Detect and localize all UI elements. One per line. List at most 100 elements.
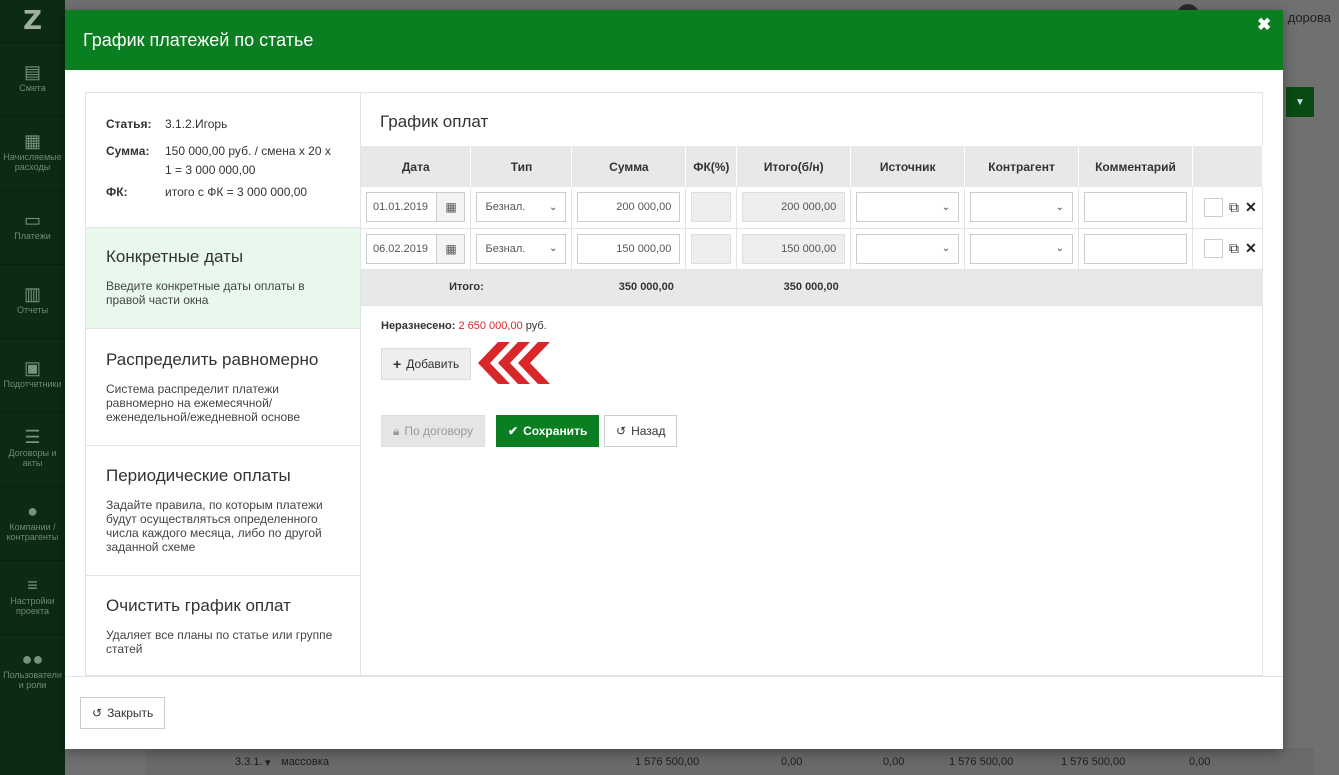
option-description: Задайте правила, по которым платежи буду…: [106, 498, 323, 554]
schedule-panel: График оплат Дата Тип Сумма ФК(%) Итого(…: [361, 93, 1264, 677]
article-label: Статья:: [106, 117, 152, 131]
column-header: Комментарий: [1078, 146, 1193, 187]
column-header: Дата: [361, 146, 472, 187]
option-specific-dates[interactable]: Конкретные даты Введите конкретные даты …: [86, 228, 360, 329]
chevron-down-icon: ⌄: [941, 201, 951, 213]
modal-header: График платежей по статье: [65, 10, 1283, 70]
user-icon: ●: [27, 500, 38, 521]
payment-schedule-modal: График платежей по статье Статья: 3.1.2.И…: [65, 10, 1283, 749]
sidebar-item-accountables[interactable]: ▣ Подотчетники: [0, 338, 65, 412]
total-sum: 350 000,00: [571, 269, 686, 306]
briefcase-icon: ▣: [23, 357, 41, 378]
sidebar-item-contracts[interactable]: ☰ Договоры и акты: [0, 412, 65, 486]
users-icon: ●●: [21, 648, 44, 669]
option-description: Система распределит платежи равномерно н…: [106, 382, 301, 424]
table-row: 01.01.2019 ▦ Безнал. ⌄ 200 000,00 200 000,…: [361, 187, 1263, 229]
modal-body: Статья: 3.1.2.Игорь Сумма: 150 000,00 руб.…: [85, 92, 1264, 677]
column-header: Сумма: [571, 146, 687, 187]
undo-icon: ↺: [616, 424, 627, 438]
sidebar-item-estimate[interactable]: ▤ Смета: [0, 42, 65, 116]
unassigned-value: 2 650 000,00: [458, 320, 523, 332]
fk-label: ФК:: [106, 185, 128, 199]
option-periodic-payments[interactable]: Периодические оплаты Задайте правила, по…: [86, 446, 360, 576]
table-row: 06.02.2019 ▦ Безнал. ⌄ 150 000,00 150 000,…: [361, 228, 1263, 270]
lock-icon: 🔒︎: [393, 423, 400, 438]
type-select[interactable]: Безнал. ⌄: [476, 192, 567, 223]
source-select[interactable]: ⌄: [856, 192, 960, 223]
user-name[interactable]: дорова: [1288, 10, 1331, 25]
option-distribute-evenly[interactable]: Распределить равномерно Система распреде…: [86, 329, 360, 446]
article-info: Статья: 3.1.2.Игорь Сумма: 150 000,00 руб.…: [86, 93, 360, 228]
row-checkbox[interactable]: [1203, 239, 1223, 258]
list-icon: ☰: [24, 426, 41, 447]
by-contract-button: 🔒︎ По договору: [381, 415, 485, 447]
total-total: 350 000,00: [736, 269, 851, 306]
sidebar-item-reports[interactable]: ▥ Отчеты: [0, 264, 65, 338]
add-button[interactable]: + Добавить: [381, 348, 472, 380]
options-panel: Статья: 3.1.2.Игорь Сумма: 150 000,00 руб.…: [86, 93, 361, 677]
comment-input[interactable]: [1084, 192, 1187, 223]
back-button[interactable]: ↺ Назад: [604, 415, 678, 447]
sidebar-item-companies[interactable]: ● Компании / контрагенты: [0, 486, 65, 560]
total-row: Итого: 350 000,00 350 000,00: [361, 269, 1263, 306]
unassigned-amount: Неразнесено: 2 650 000,00 руб.: [381, 320, 547, 332]
column-header: Источник: [850, 146, 966, 187]
chevron-down-icon: ⌄: [1055, 243, 1065, 254]
comment-input[interactable]: [1084, 233, 1187, 264]
delete-icon[interactable]: ✕: [1245, 199, 1257, 216]
close-button[interactable]: ↺ Закрыть: [80, 697, 166, 729]
fk-input: [691, 233, 732, 264]
source-select[interactable]: ⌄: [856, 233, 960, 264]
sidebar-item-settings[interactable]: ≡ Настройки проекта: [0, 560, 65, 634]
caret-down-icon: ▾: [265, 757, 271, 769]
chevron-down-icon: ▼: [1295, 96, 1305, 108]
article-value: 3.1.2.Игорь: [165, 117, 228, 131]
calendar-icon[interactable]: ▦: [436, 193, 465, 222]
schedule-title: График оплат: [380, 112, 489, 131]
schedule-table: Дата Тип Сумма ФК(%) Итого(б/н) Источник…: [361, 146, 1264, 306]
date-input[interactable]: 01.01.2019 ▦: [366, 192, 466, 223]
unassigned-unit: руб.: [525, 320, 547, 332]
contractor-select[interactable]: ⌄: [970, 233, 1074, 264]
payments-icon: ▭: [23, 209, 41, 230]
row-checkbox[interactable]: [1203, 197, 1223, 217]
column-header-actions: [1192, 146, 1264, 187]
check-icon: ✔: [508, 424, 519, 438]
sum-input[interactable]: 150 000,00: [577, 233, 681, 264]
column-header: ФК(%): [685, 146, 738, 187]
chevron-down-icon: ⌄: [549, 201, 558, 213]
date-input[interactable]: 06.02.2019 ▦: [366, 233, 466, 264]
sum-input[interactable]: 200 000,00: [577, 192, 681, 223]
table-row: 3.3.1. ▾ массовка 1 576 500,00 0,00 0,00…: [145, 748, 1314, 775]
chevron-down-icon: ⌄: [941, 243, 951, 254]
fk-value: итого с ФК = 3 000 000,00: [165, 185, 308, 199]
sum-label: Сумма:: [106, 144, 150, 158]
contractor-select[interactable]: ⌄: [970, 192, 1074, 223]
save-button[interactable]: ✔ Сохранить: [496, 415, 600, 447]
column-header: Контрагент: [964, 146, 1080, 187]
type-select[interactable]: Безнал. ⌄: [476, 233, 567, 264]
sliders-icon: ≡: [27, 574, 38, 595]
delete-icon[interactable]: ✕: [1245, 240, 1257, 257]
column-header: Тип: [470, 146, 573, 187]
calendar-icon[interactable]: ▦: [436, 234, 465, 263]
sidebar-item-payments[interactable]: ▭ Платежи: [0, 190, 65, 264]
total-field: 150 000,00: [742, 233, 846, 264]
pointer-arrows-icon: [478, 342, 550, 384]
option-title: Периодические оплаты: [106, 466, 291, 485]
chevron-down-icon: ⌄: [549, 243, 558, 254]
option-description: Удаляет все планы по статье или группе с…: [106, 628, 333, 656]
sidebar-item-users[interactable]: ●● Пользователи и роли: [0, 634, 65, 708]
table-header: Дата Тип Сумма ФК(%) Итого(б/н) Источник…: [361, 146, 1264, 187]
copy-icon[interactable]: ⧉: [1229, 199, 1239, 216]
dropdown-toggle[interactable]: ▼: [1286, 87, 1314, 117]
option-clear-schedule[interactable]: Очистить график оплат Удаляет все планы …: [86, 576, 360, 677]
option-title: Конкретные даты: [106, 247, 244, 266]
option-title: Распределить равномерно: [106, 350, 319, 369]
copy-icon[interactable]: ⧉: [1229, 240, 1239, 257]
option-title: Очистить график оплат: [106, 596, 291, 615]
modal-footer: ↺ Закрыть: [65, 676, 1283, 749]
sidebar-item-accrued[interactable]: ▦ Начисляемые расходы: [0, 116, 65, 190]
close-icon[interactable]: ✖: [1257, 16, 1271, 33]
plus-icon: +: [393, 356, 402, 372]
